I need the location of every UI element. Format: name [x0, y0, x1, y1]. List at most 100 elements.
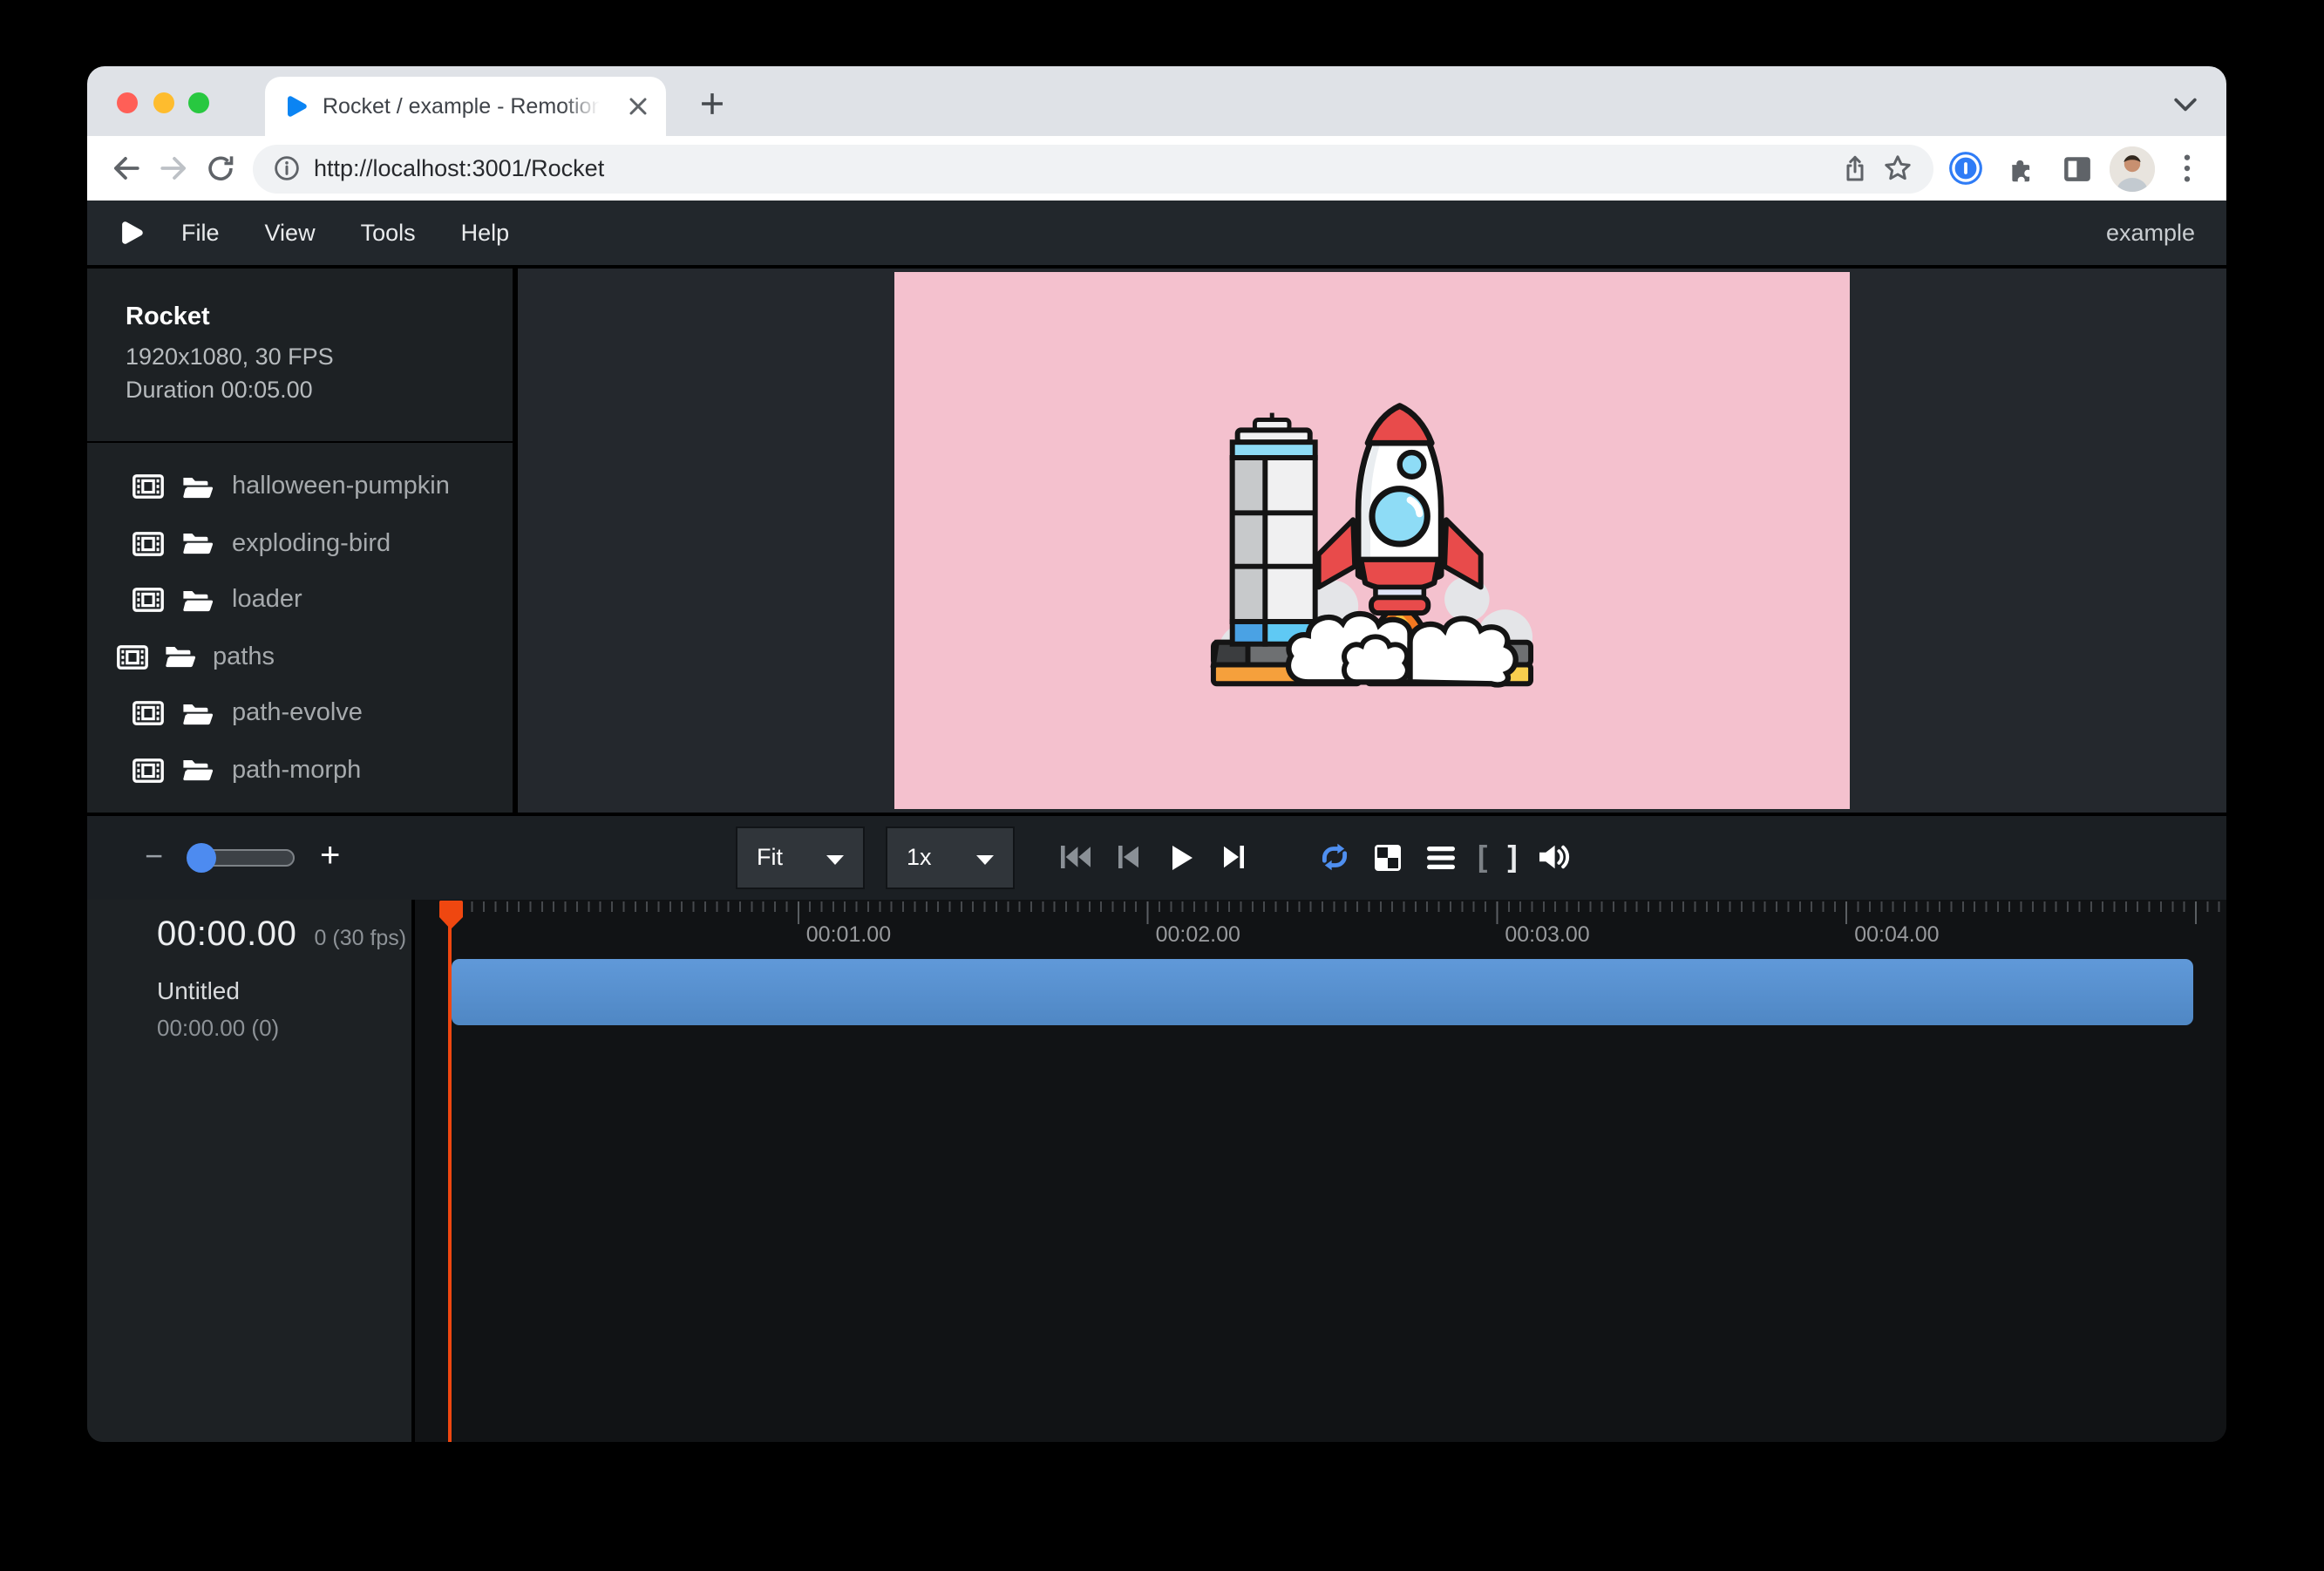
rocket-icon [1319, 405, 1481, 597]
minimize-window-button[interactable] [153, 92, 173, 113]
composition-label: path-morph [232, 757, 361, 785]
playhead-marker[interactable] [437, 899, 463, 939]
folder-open-icon [164, 644, 197, 670]
folder-open-icon [181, 474, 214, 500]
composition-label: loader [232, 587, 302, 615]
onepassword-extension-icon[interactable] [1942, 145, 1989, 192]
address-input[interactable]: http://localhost:3001/Rocket [253, 144, 1933, 193]
composition-list-item[interactable]: gif [87, 799, 513, 812]
composition-list: halloween-pumpkin [87, 443, 513, 812]
composition-label: exploding-bird [232, 530, 391, 558]
zoom-in-button[interactable]: + [320, 837, 340, 877]
remotion-favicon-icon [284, 94, 309, 119]
skip-to-start-icon[interactable] [1060, 840, 1093, 874]
url-text: http://localhost:3001/Rocket [314, 155, 1827, 181]
rocket-illustration [1208, 391, 1536, 690]
loop-icon[interactable] [1318, 840, 1351, 874]
film-icon [117, 645, 148, 670]
browser-menu-kebab-icon[interactable] [2164, 145, 2211, 192]
film-icon [133, 758, 164, 783]
browser-actions [1942, 145, 2211, 192]
composition-resolution: 1920x1080, 30 FPS [126, 342, 488, 374]
composition-list-item[interactable]: paths [87, 629, 513, 685]
transparency-checkerboard-icon[interactable] [1371, 840, 1404, 874]
folder-open-icon [181, 758, 214, 784]
ruler-second-label: 00:01.00 [806, 922, 891, 947]
menu-items: FileViewToolsHelp [159, 220, 532, 246]
timeline-tracks[interactable]: 00:01.0000:02.0000:03.0000:04.00 [415, 899, 2226, 1442]
zoom-slider-thumb[interactable] [186, 842, 215, 872]
composition-info: Rocket 1920x1080, 30 FPS Duration 00:05.… [87, 269, 513, 443]
browser-tab[interactable]: Rocket / example - Remotion P [265, 77, 666, 136]
film-icon [133, 588, 164, 613]
tab-search-chevron-icon[interactable] [2174, 89, 2197, 120]
menu-item[interactable]: View [242, 220, 338, 246]
playback-speed-select[interactable]: 1x [886, 826, 1015, 888]
preview-canvas [518, 269, 2226, 812]
profile-avatar[interactable] [2110, 146, 2155, 191]
tab-title: Rocket / example - Remotion P [323, 92, 608, 120]
chevron-down-icon [976, 844, 994, 870]
transport-controls [1060, 840, 1250, 874]
project-name-label: example [2106, 220, 2195, 246]
share-icon[interactable] [1841, 154, 1869, 182]
side-panel-icon[interactable] [2054, 145, 2101, 192]
composition-list-item[interactable]: path-morph [87, 742, 513, 799]
composition-list-item[interactable]: loader [87, 572, 513, 629]
timeline-rows-icon[interactable] [1424, 840, 1458, 874]
composition-list-item[interactable]: path-evolve [87, 685, 513, 742]
ruler-second-label: 00:02.00 [1156, 922, 1240, 947]
close-tab-icon[interactable] [622, 92, 652, 121]
back-icon[interactable] [103, 145, 150, 192]
composition-duration: Duration 00:05.00 [126, 374, 488, 406]
close-window-button[interactable] [117, 92, 138, 113]
composition-frame [894, 271, 1851, 809]
size-select-value: Fit [757, 844, 783, 870]
composition-label: path-evolve [232, 700, 363, 728]
playhead-line[interactable] [448, 904, 451, 1442]
timeline-zoom-slider[interactable] [189, 848, 294, 866]
volume-icon[interactable] [1538, 840, 1571, 874]
timeline-zoom-controls: − + [145, 815, 340, 899]
menu-item[interactable]: Tools [338, 220, 438, 246]
current-timecode: 00:00.00 [157, 915, 297, 955]
previous-frame-icon[interactable] [1112, 840, 1145, 874]
reload-icon[interactable] [197, 145, 244, 192]
next-frame-icon[interactable] [1217, 840, 1250, 874]
zoom-out-button[interactable]: − [145, 839, 163, 875]
view-toggles: [ ] [1318, 840, 1571, 874]
composition-list-item[interactable]: exploding-bird [87, 515, 513, 572]
current-frame-info: 0 (30 fps) [315, 925, 407, 949]
forward-icon[interactable] [150, 145, 197, 192]
timeline-track-bar[interactable] [452, 958, 2193, 1024]
new-tab-button[interactable] [690, 82, 732, 124]
timeline-info-panel: 00:00.00 0 (30 fps) Untitled 00:00.00 (0… [87, 899, 415, 1442]
menu-item[interactable]: File [159, 220, 242, 246]
remotion-logo-icon[interactable] [119, 220, 145, 246]
track-duration: 00:00.00 (0) [157, 1014, 411, 1040]
launch-tower [1233, 412, 1315, 643]
film-icon [133, 702, 164, 726]
compositions-sidebar: Rocket 1920x1080, 30 FPS Duration 00:05.… [87, 269, 518, 812]
out-marker-button[interactable]: ] [1507, 840, 1517, 874]
extensions-puzzle-icon[interactable] [1998, 145, 2045, 192]
film-icon [133, 532, 164, 556]
ruler-second-ticks [448, 901, 2226, 923]
canvas-size-select[interactable]: Fit [736, 826, 865, 888]
bookmark-star-icon[interactable] [1883, 153, 1913, 183]
menu-item[interactable]: Help [438, 220, 533, 246]
composition-list-item[interactable]: halloween-pumpkin [87, 459, 513, 515]
composition-label: halloween-pumpkin [232, 473, 450, 501]
editor-main: Rocket 1920x1080, 30 FPS Duration 00:05.… [87, 265, 2226, 812]
browser-tab-strip: Rocket / example - Remotion P [87, 66, 2226, 136]
remotion-menu-bar: FileViewToolsHelp example [87, 201, 2226, 265]
screen: Rocket / example - Remotion P [0, 0, 2324, 1571]
folder-open-icon [181, 531, 214, 557]
zoom-window-button[interactable] [188, 92, 209, 113]
site-info-icon[interactable] [274, 155, 300, 181]
composition-label: paths [213, 643, 275, 671]
chevron-down-icon [826, 844, 844, 870]
in-marker-button[interactable]: [ [1478, 840, 1487, 874]
composition-name: Rocket [126, 303, 488, 331]
play-icon[interactable] [1165, 840, 1198, 874]
